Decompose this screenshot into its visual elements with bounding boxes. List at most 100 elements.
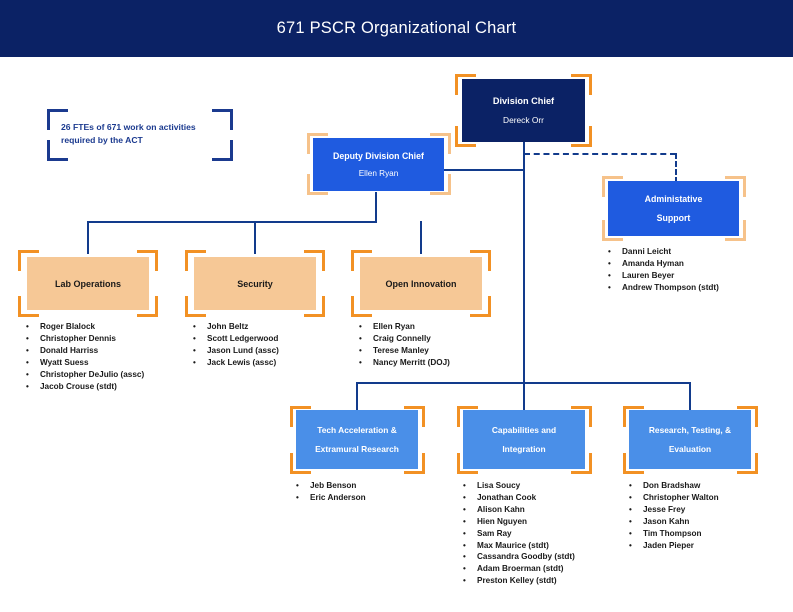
- member-name: Danni Leicht: [622, 247, 672, 256]
- bullet-icon: •: [463, 564, 466, 574]
- member-name: Jacob Crouse (stdt): [40, 381, 117, 391]
- connector-deputy-to-trunk: [438, 169, 525, 171]
- list-item: • Lauren Beyer: [608, 270, 783, 282]
- bullet-icon: •: [463, 540, 466, 550]
- list-item: • Andrew Thompson (stdt): [608, 282, 783, 294]
- division-chief-title: Division Chief: [492, 96, 555, 106]
- list-item: • Wyatt Suess: [26, 357, 201, 369]
- list-item: • Danni Leicht: [608, 246, 783, 258]
- list-item: • Alison Kahn: [463, 504, 638, 516]
- connector-admin-support-dashed-vertical: [675, 153, 677, 183]
- member-name: Jack Lewis (assc): [207, 357, 277, 367]
- node-capabilities-integration[interactable]: Capabilities and Integration: [463, 410, 585, 469]
- node-deputy-division-chief[interactable]: Deputy Division Chief Ellen Ryan: [313, 138, 444, 191]
- member-name: Adam Broerman (stdt): [477, 564, 564, 574]
- list-item: • Jonathan Cook: [463, 492, 638, 504]
- tech-acceleration-title-line2: Extramural Research: [315, 444, 399, 454]
- capabilities-integration-title-line1: Capabilities and: [491, 425, 557, 435]
- lab-operations-members: • Roger Blalock • Christopher Dennis • Dona…: [26, 321, 201, 392]
- tech-acceleration-title-line1: Tech Acceleration &: [317, 425, 397, 435]
- member-name: Christopher DeJulio (assc): [40, 369, 145, 379]
- bullet-icon: •: [629, 481, 632, 490]
- capabilities-integration-members: • Lisa Soucy • Jonathan Cook • Alison Kahn …: [463, 480, 638, 587]
- node-tech-acceleration[interactable]: Tech Acceleration & Extramural Research: [296, 410, 418, 469]
- connector-drop-lab-operations: [87, 221, 89, 254]
- list-item: • Nancy Merritt (DOJ): [359, 357, 534, 369]
- bullet-icon: •: [26, 345, 29, 355]
- open-innovation-title: Open Innovation: [385, 278, 457, 289]
- list-item: • Jason Lund (assc): [193, 345, 368, 357]
- connector-drop-capabilities: [523, 382, 525, 410]
- bullet-icon: •: [359, 345, 362, 355]
- connector-admin-support-dashed-horizontal: [524, 153, 676, 155]
- bullet-icon: •: [296, 481, 299, 490]
- member-name: Sam Ray: [477, 528, 512, 538]
- page-title: 671 PSCR Organizational Chart: [276, 19, 517, 37]
- capabilities-integration-title-line2: Integration: [502, 444, 546, 454]
- connector-drop-research-testing: [689, 382, 691, 410]
- member-name: Jason Lund (assc): [207, 345, 279, 355]
- node-division-chief[interactable]: Division Chief Dereck Orr: [462, 79, 585, 142]
- bullet-icon: •: [629, 504, 632, 514]
- list-item: • Adam Broerman (stdt): [463, 563, 638, 575]
- open-innovation-members: • Ellen Ryan • Craig Connelly • Terese Manl…: [359, 321, 534, 369]
- member-name: Roger Blalock: [40, 322, 96, 331]
- connector-mid-horizontal-bar: [87, 221, 377, 223]
- member-name: Jeb Benson: [310, 481, 357, 490]
- member-name: Ellen Ryan: [373, 322, 415, 331]
- member-name: Jaden Pieper: [643, 540, 694, 550]
- bullet-icon: •: [608, 282, 611, 292]
- lab-operations-title: Lab Operations: [54, 278, 121, 289]
- bullet-icon: •: [359, 357, 362, 367]
- node-open-innovation[interactable]: Open Innovation: [360, 257, 482, 310]
- list-item: • Scott Ledgerwood: [193, 333, 368, 345]
- list-item: • Roger Blalock: [26, 321, 201, 333]
- node-research-testing-evaluation[interactable]: Research, Testing, & Evaluation: [629, 410, 751, 469]
- list-item: • Jack Lewis (assc): [193, 357, 368, 369]
- list-item: • Lisa Soucy: [463, 480, 638, 492]
- list-item: • Hien Nguyen: [463, 516, 638, 528]
- member-name: Cassandra Goodby (stdt): [477, 552, 575, 562]
- security-members: • John Beltz • Scott Ledgerwood • Jason Lun…: [193, 321, 368, 369]
- list-item: • Ellen Ryan: [359, 321, 534, 333]
- member-name: Max Maurice (stdt): [477, 540, 549, 550]
- list-item: • Tim Thompson: [629, 528, 793, 540]
- administrative-support-title-line1: Administative: [644, 194, 703, 204]
- bullet-icon: •: [463, 481, 466, 490]
- division-chief-name: Dereck Orr: [503, 115, 544, 125]
- member-name: Christopher Walton: [643, 492, 719, 502]
- bullet-icon: •: [608, 247, 611, 256]
- bullet-icon: •: [26, 357, 29, 367]
- list-item: • Cassandra Goodby (stdt): [463, 551, 638, 563]
- security-title: Security: [237, 278, 273, 289]
- list-item: • Christopher DeJulio (assc): [26, 369, 201, 381]
- member-name: Andrew Thompson (stdt): [622, 282, 719, 292]
- member-name: Jonathan Cook: [477, 492, 537, 502]
- member-name: Donald Harriss: [40, 345, 99, 355]
- deputy-division-chief-name: Ellen Ryan: [358, 169, 399, 178]
- bullet-icon: •: [463, 576, 466, 586]
- list-item: • Jacob Crouse (stdt): [26, 381, 201, 393]
- deputy-division-chief-title: Deputy Division Chief: [333, 151, 424, 161]
- connector-drop-tech-acceleration: [356, 382, 358, 410]
- fte-callout-line2: required by the ACT: [61, 135, 143, 145]
- node-security[interactable]: Security: [194, 257, 316, 310]
- bullet-icon: •: [629, 540, 632, 550]
- list-item: • Jason Kahn: [629, 516, 793, 528]
- list-item: • Eric Anderson: [296, 492, 471, 504]
- bullet-icon: •: [26, 333, 29, 343]
- member-name: John Beltz: [207, 322, 249, 331]
- research-testing-evaluation-title-line1: Research, Testing, &: [648, 425, 732, 435]
- research-testing-evaluation-members: • Don Bradshaw • Christopher Walton • Jesse…: [629, 480, 793, 551]
- bullet-icon: •: [629, 516, 632, 526]
- node-administrative-support[interactable]: Administative Support: [608, 181, 739, 236]
- member-name: Lauren Beyer: [622, 270, 675, 280]
- bullet-icon: •: [608, 258, 611, 268]
- member-name: Amanda Hyman: [622, 258, 684, 268]
- fte-callout-line1: 26 FTEs of 671 work on activities: [61, 122, 196, 132]
- bullet-icon: •: [359, 322, 362, 331]
- bullet-icon: •: [629, 528, 632, 538]
- node-lab-operations[interactable]: Lab Operations: [27, 257, 149, 310]
- list-item: • Preston Kelley (stdt): [463, 575, 638, 587]
- bullet-icon: •: [26, 322, 29, 331]
